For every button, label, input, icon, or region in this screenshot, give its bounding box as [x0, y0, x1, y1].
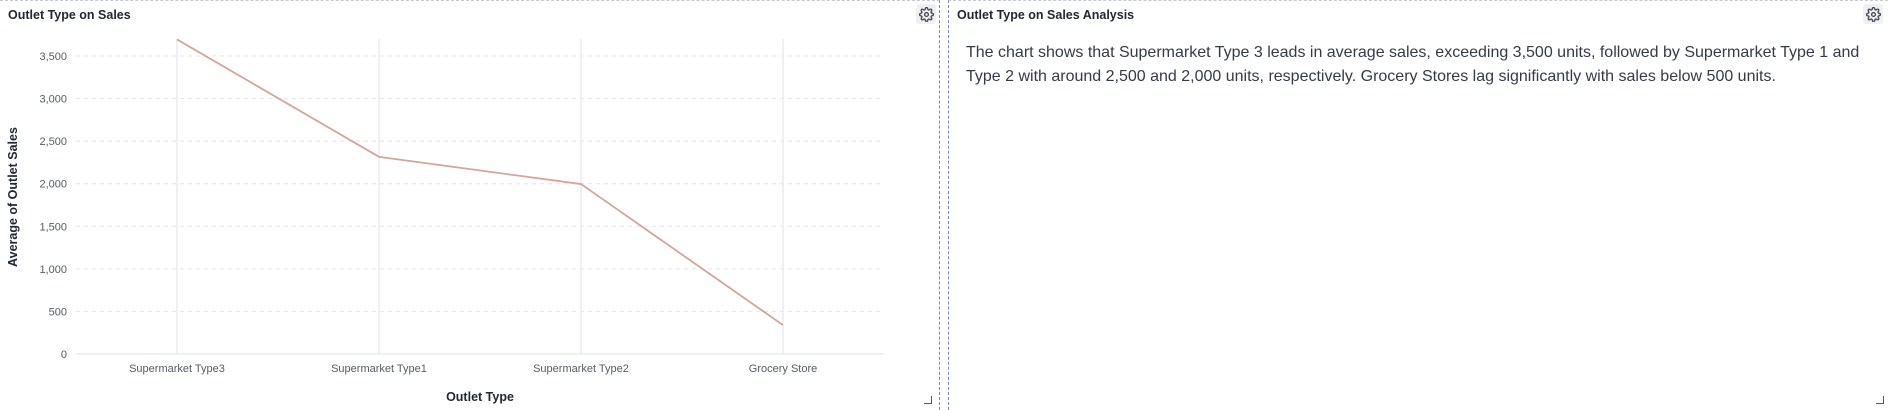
y-tick-label: 2,500: [39, 136, 67, 148]
chart-resize-handle[interactable]: [924, 396, 932, 404]
x-axis-title: Outlet Type: [446, 390, 514, 404]
x-tick-label: Supermarket Type3: [129, 363, 225, 375]
chart-panel: Outlet Type on Sales 0 500 1,000 1,500 2,000…: [0, 0, 940, 410]
x-tick-label: Grocery Store: [749, 363, 817, 375]
gear-icon: [1865, 6, 1881, 22]
analysis-text: The chart shows that Supermarket Type 3 …: [966, 44, 1860, 85]
text-panel-title: Outlet Type on Sales Analysis: [957, 8, 1135, 22]
y-tick-label: 3,000: [39, 94, 67, 106]
data-point[interactable]: [577, 180, 585, 188]
y-tick-label: 500: [49, 306, 67, 318]
y-tick-label: 0: [61, 349, 67, 361]
x-tick-label: Supermarket Type1: [331, 363, 427, 375]
y-tick-label: 3,500: [39, 51, 67, 63]
x-tick-label: Supermarket Type2: [533, 363, 629, 375]
text-settings-button[interactable]: [1863, 4, 1883, 24]
text-resize-handle[interactable]: [1876, 396, 1884, 404]
data-point[interactable]: [173, 35, 181, 43]
y-axis-title: Average of Outlet Sales: [6, 127, 20, 267]
data-point[interactable]: [375, 153, 383, 161]
text-panel: Outlet Type on Sales Analysis The chart …: [948, 0, 1888, 410]
y-tick-label: 1,500: [39, 221, 67, 233]
y-tick-label: 2,000: [39, 179, 67, 191]
data-point[interactable]: [779, 321, 787, 329]
series-line: [176, 38, 784, 326]
y-tick-label: 1,000: [39, 264, 67, 276]
line-chart: 0 500 1,000 1,500 2,000 2,500 3,000 3,500 Super…: [6, 35, 884, 404]
